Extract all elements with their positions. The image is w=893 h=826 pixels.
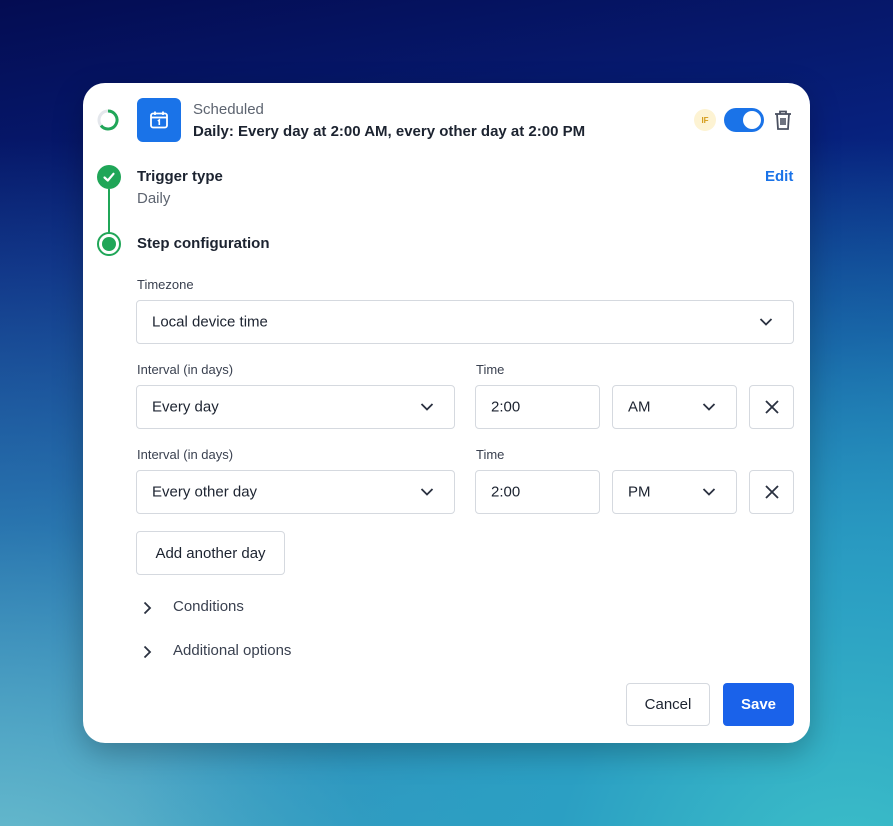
timezone-label: Timezone — [137, 277, 194, 292]
additional-options-section[interactable]: Additional options — [143, 642, 343, 662]
interval-label: Interval (in days) — [137, 362, 234, 377]
chevron-right-icon — [143, 645, 152, 659]
step-connector — [108, 189, 110, 233]
enabled-toggle[interactable] — [724, 108, 764, 132]
timezone-select[interactable]: Local device time — [136, 300, 794, 344]
step-complete-icon — [97, 165, 121, 189]
header-title: Daily: Every day at 2:00 AM, every other… — [193, 123, 586, 140]
conditions-label: Conditions — [173, 598, 244, 615]
interval-value: Every other day — [152, 483, 258, 501]
close-icon — [764, 485, 779, 499]
chevron-down-icon — [702, 403, 716, 411]
save-button[interactable]: Save — [723, 683, 794, 726]
ampm-select[interactable]: AM — [612, 385, 737, 429]
chevron-right-icon — [143, 601, 152, 615]
chevron-down-icon — [420, 488, 434, 496]
ampm-select[interactable]: PM — [612, 470, 737, 514]
step-configuration-label: Step configuration — [137, 235, 270, 252]
cancel-button[interactable]: Cancel — [626, 683, 710, 726]
additional-options-label: Additional options — [173, 642, 292, 659]
ampm-value: AM — [628, 398, 651, 416]
trigger-type-value: Daily — [137, 190, 171, 207]
chevron-down-icon — [420, 403, 434, 411]
timezone-value: Local device time — [152, 313, 268, 331]
trigger-type-label: Trigger type — [137, 168, 223, 185]
time-input[interactable]: 2:00 — [475, 470, 600, 514]
header-subtitle: Scheduled — [193, 101, 264, 118]
chevron-down-icon — [702, 488, 716, 496]
calendar-icon — [150, 111, 168, 129]
toggle-knob — [743, 111, 761, 129]
chevron-down-icon — [759, 318, 773, 326]
time-value: 2:00 — [491, 483, 521, 501]
conditions-section[interactable]: Conditions — [143, 598, 343, 618]
remove-row-button[interactable] — [749, 385, 794, 429]
add-another-day-button[interactable]: Add another day — [136, 531, 285, 575]
interval-select[interactable]: Every other day — [136, 470, 455, 514]
close-icon — [764, 400, 779, 414]
progress-ring-icon — [97, 109, 119, 131]
time-label: Time — [476, 447, 505, 462]
ampm-value: PM — [628, 483, 651, 501]
step-active-icon — [97, 232, 121, 256]
interval-value: Every day — [152, 398, 219, 416]
edit-link[interactable]: Edit — [765, 168, 793, 185]
time-label: Time — [476, 362, 505, 377]
trigger-card: Scheduled Daily: Every day at 2:00 AM, e… — [83, 83, 810, 743]
interval-select[interactable]: Every day — [136, 385, 455, 429]
interval-label: Interval (in days) — [137, 447, 234, 462]
time-input[interactable]: 2:00 — [475, 385, 600, 429]
calendar-tile — [137, 98, 181, 142]
if-badge: IF — [694, 109, 716, 131]
trash-icon[interactable] — [773, 109, 793, 131]
remove-row-button[interactable] — [749, 470, 794, 514]
check-icon — [103, 172, 115, 182]
time-value: 2:00 — [491, 398, 521, 416]
